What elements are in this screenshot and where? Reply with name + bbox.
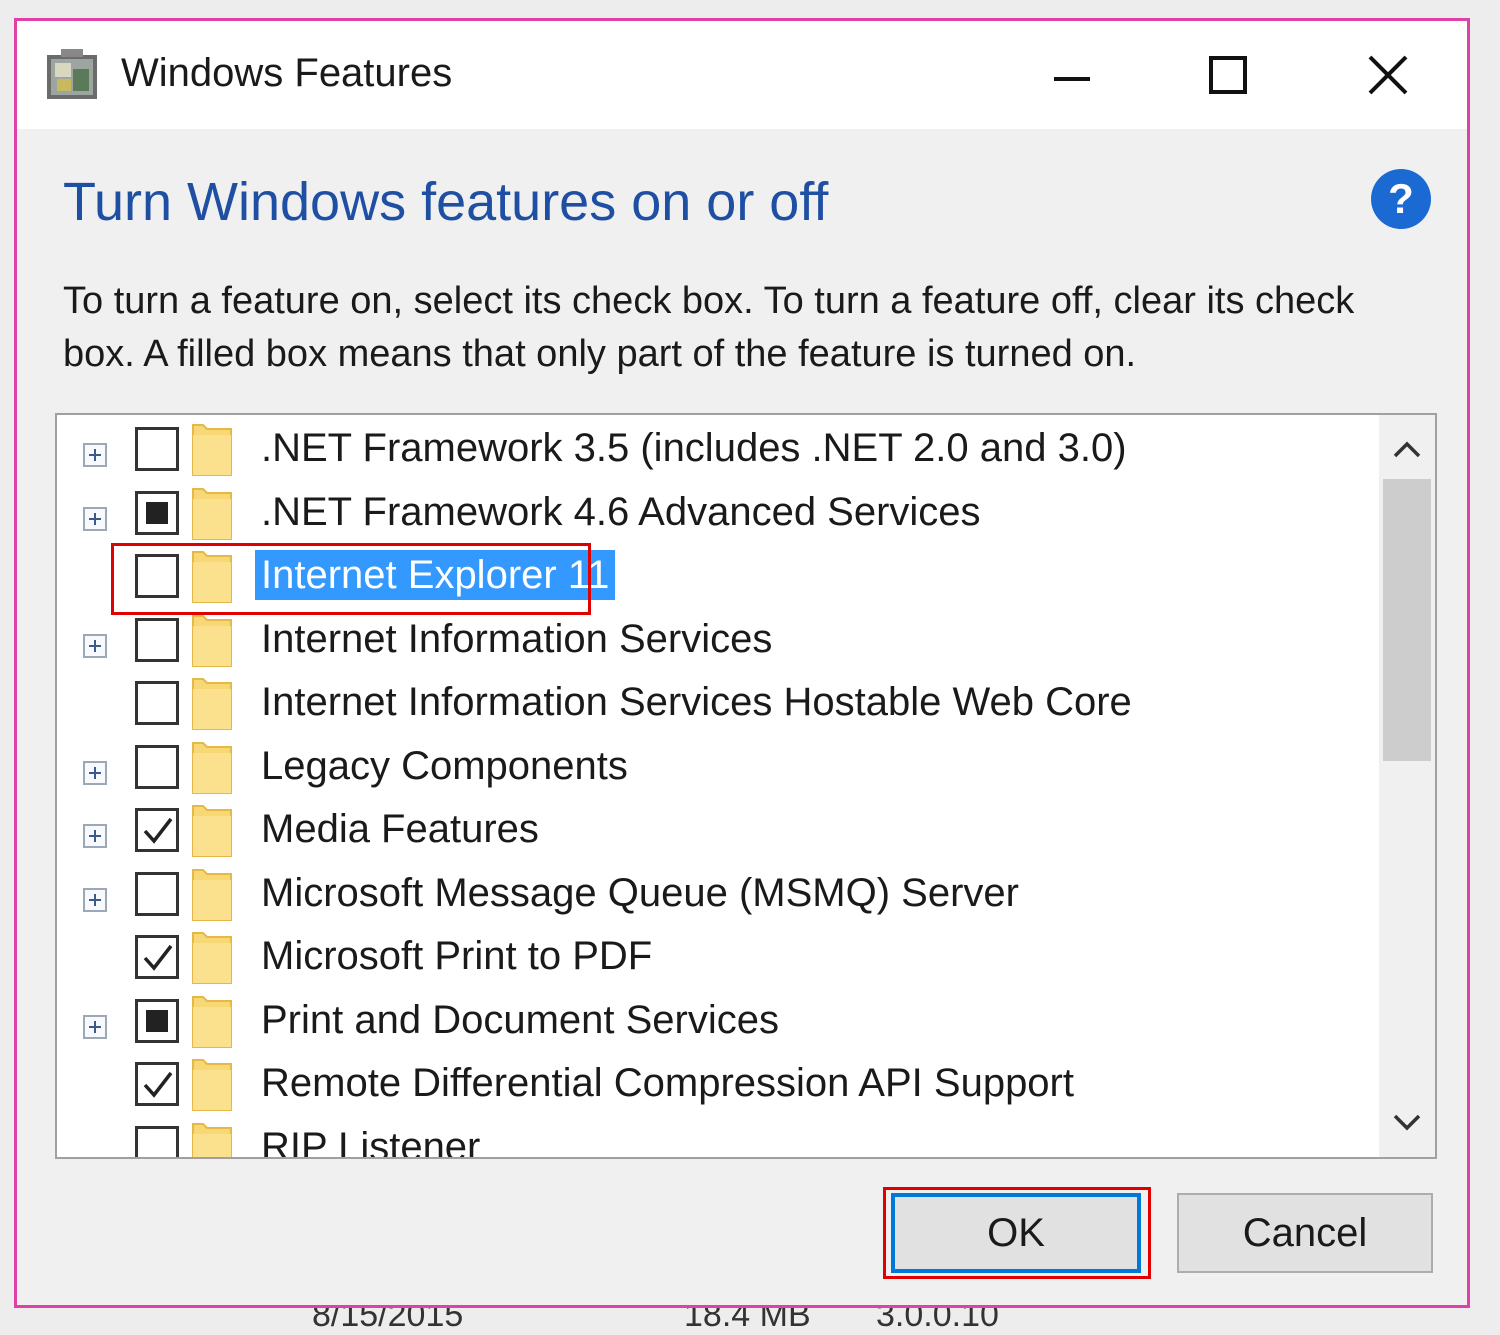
- folder-icon: [192, 868, 232, 921]
- feature-row[interactable]: RIP Listener: [57, 1116, 1367, 1158]
- features-tree[interactable]: .NET Framework 3.5 (includes .NET 2.0 an…: [55, 413, 1437, 1159]
- feature-label[interactable]: Internet Explorer 11: [255, 550, 616, 600]
- windows-features-app-icon: [47, 49, 97, 99]
- page-title: Turn Windows features on or off: [63, 172, 829, 232]
- feature-checkbox[interactable]: [135, 871, 179, 916]
- folder-icon: [192, 932, 232, 984]
- feature-label[interactable]: Print and Document Services: [255, 995, 785, 1045]
- feature-label[interactable]: Internet Information Services: [255, 614, 778, 664]
- feature-row[interactable]: Microsoft Print to PDF: [57, 925, 1367, 988]
- feature-row[interactable]: Legacy Components: [57, 735, 1367, 798]
- feature-checkbox[interactable]: [135, 808, 179, 852]
- folder-icon: [192, 995, 232, 1048]
- minimize-button[interactable]: [997, 21, 1147, 129]
- feature-row[interactable]: Internet Explorer 11: [57, 544, 1367, 607]
- chevron-down-icon: [1393, 1114, 1421, 1131]
- expand-plus-icon[interactable]: [83, 760, 107, 785]
- feature-label[interactable]: .NET Framework 3.5 (includes .NET 2.0 an…: [255, 423, 1133, 473]
- expand-plus-icon[interactable]: [83, 824, 107, 848]
- scroll-thumb[interactable]: [1383, 479, 1431, 761]
- checkmark-icon: [143, 1071, 173, 1098]
- feature-checkbox[interactable]: [135, 998, 179, 1043]
- feature-label[interactable]: Legacy Components: [255, 741, 634, 791]
- expand-plus-icon[interactable]: [83, 633, 107, 658]
- feature-row[interactable]: Media Features: [57, 798, 1367, 861]
- feature-label[interactable]: Remote Differential Compression API Supp…: [255, 1058, 1080, 1108]
- checkmark-icon: [143, 817, 173, 844]
- feature-checkbox[interactable]: [135, 744, 179, 789]
- folder-icon: [192, 741, 232, 794]
- maximize-button[interactable]: [1153, 21, 1303, 129]
- folder-icon: [192, 487, 232, 540]
- windows-features-dialog: Windows Features Turn Windows features o…: [14, 18, 1470, 1308]
- folder-icon: [192, 805, 232, 857]
- vertical-scrollbar[interactable]: [1379, 415, 1435, 1157]
- feature-row[interactable]: .NET Framework 3.5 (includes .NET 2.0 an…: [57, 417, 1367, 480]
- expand-plus-icon[interactable]: [83, 443, 107, 467]
- minimize-icon: [1054, 77, 1090, 81]
- feature-checkbox[interactable]: [135, 681, 179, 725]
- chevron-up-icon: [1393, 441, 1421, 458]
- title-bar[interactable]: Windows Features: [17, 21, 1467, 129]
- feature-row[interactable]: Microsoft Message Queue (MSMQ) Server: [57, 862, 1367, 925]
- feature-label[interactable]: RIP Listener: [255, 1122, 486, 1158]
- scroll-up-button[interactable]: [1379, 419, 1435, 479]
- feature-checkbox[interactable]: [135, 554, 179, 598]
- feature-label[interactable]: .NET Framework 4.6 Advanced Services: [255, 487, 987, 537]
- maximize-icon: [1209, 56, 1247, 94]
- folder-icon: [192, 614, 232, 667]
- expand-plus-icon[interactable]: [83, 1014, 107, 1039]
- feature-row[interactable]: Internet Information Services: [57, 608, 1367, 671]
- folder-icon: [192, 678, 232, 730]
- help-icon[interactable]: ?: [1371, 169, 1431, 229]
- feature-row[interactable]: Print and Document Services: [57, 989, 1367, 1052]
- instructions-text: To turn a feature on, select its check b…: [63, 280, 1355, 375]
- feature-checkbox[interactable]: [135, 490, 179, 535]
- feature-checkbox[interactable]: [135, 1125, 179, 1157]
- feature-checkbox[interactable]: [135, 427, 179, 471]
- close-icon: [1368, 55, 1408, 95]
- close-button[interactable]: [1313, 21, 1463, 129]
- feature-checkbox[interactable]: [135, 935, 179, 979]
- feature-row[interactable]: .NET Framework 4.6 Advanced Services: [57, 481, 1367, 544]
- checkmark-icon: [143, 944, 173, 971]
- feature-checkbox[interactable]: [135, 617, 179, 662]
- feature-label[interactable]: Media Features: [255, 804, 545, 854]
- expand-plus-icon[interactable]: [83, 506, 107, 531]
- folder-icon: [192, 1122, 232, 1157]
- window-title: Windows Features: [121, 51, 453, 95]
- ok-button[interactable]: OK: [891, 1193, 1141, 1273]
- feature-label[interactable]: Microsoft Message Queue (MSMQ) Server: [255, 868, 1025, 918]
- feature-row[interactable]: Internet Information Services Hostable W…: [57, 671, 1367, 734]
- expand-plus-icon[interactable]: [83, 887, 107, 912]
- folder-icon: [192, 424, 232, 476]
- feature-row[interactable]: Remote Differential Compression API Supp…: [57, 1052, 1367, 1115]
- feature-checkbox[interactable]: [135, 1062, 179, 1106]
- folder-icon: [192, 551, 232, 603]
- folder-icon: [192, 1059, 232, 1111]
- feature-label[interactable]: Microsoft Print to PDF: [255, 931, 658, 981]
- scroll-down-button[interactable]: [1379, 1093, 1435, 1153]
- cancel-button[interactable]: Cancel: [1177, 1193, 1433, 1273]
- feature-label[interactable]: Internet Information Services Hostable W…: [255, 677, 1138, 727]
